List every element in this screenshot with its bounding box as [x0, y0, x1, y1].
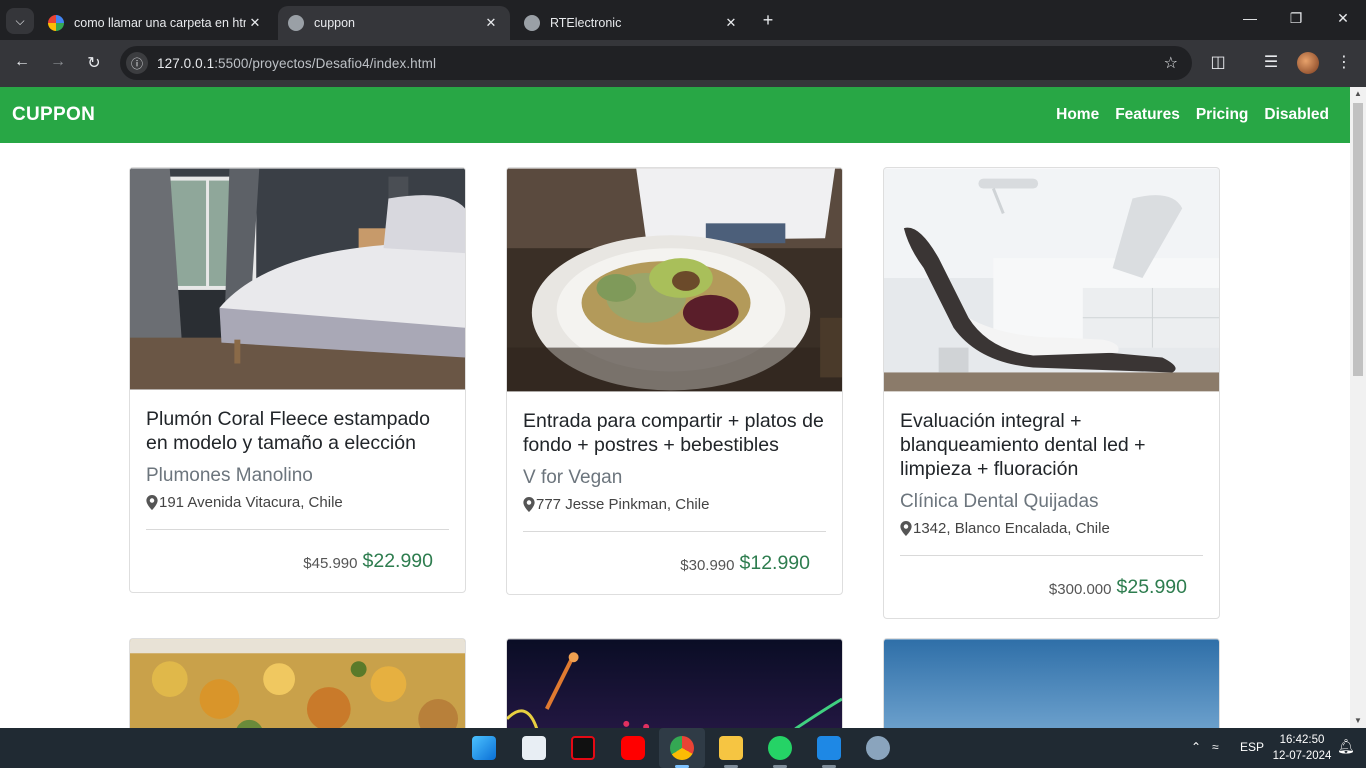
- scroll-up-icon[interactable]: ▲: [1350, 87, 1366, 101]
- sky-image: [884, 639, 1219, 728]
- old-price: $45.990: [303, 554, 358, 572]
- deal-card[interactable]: [129, 638, 466, 728]
- nav-links: Home Features Pricing Disabled: [1056, 106, 1329, 124]
- settings-icon[interactable]: [866, 736, 890, 760]
- card-merchant: Clínica Dental Quijadas: [900, 491, 1099, 512]
- deal-card[interactable]: Evaluación integral + blanqueamiento den…: [883, 167, 1220, 619]
- new-price: $12.990: [739, 551, 811, 574]
- whatsapp-icon[interactable]: [768, 736, 792, 760]
- map-pin-icon: [523, 497, 535, 512]
- netflix-icon[interactable]: [571, 736, 595, 760]
- store-icon[interactable]: [522, 736, 546, 760]
- nav-pricing[interactable]: Pricing: [1196, 106, 1249, 124]
- nav-features[interactable]: Features: [1115, 106, 1180, 124]
- card-body: Entrada para compartir + platos de fondo…: [507, 392, 842, 532]
- forward-icon[interactable]: →: [47, 53, 69, 71]
- address-bar[interactable]: ⓘ 127.0.0.1:5500/proyectos/Desafio4/inde…: [120, 46, 1192, 80]
- close-tab-icon[interactable]: ✕: [246, 15, 264, 31]
- card-merchant: Plumones Manolino: [146, 465, 313, 486]
- chevron-down-icon: ⌵: [15, 13, 25, 28]
- new-tab-button[interactable]: +: [758, 10, 778, 31]
- tab-rtelectronic[interactable]: RTElectronic ✕: [514, 6, 750, 40]
- close-tab-icon[interactable]: ✕: [722, 15, 740, 31]
- media-control-icon[interactable]: ☰: [1260, 52, 1282, 72]
- globe-icon: [524, 15, 540, 31]
- close-tab-icon[interactable]: ✕: [482, 15, 500, 31]
- new-price: $22.990: [362, 549, 434, 572]
- vscode-icon[interactable]: [817, 736, 841, 760]
- globe-icon: [288, 15, 304, 31]
- tab-title: como llamar una carpeta en htm: [74, 16, 246, 30]
- file-explorer-icon[interactable]: [719, 736, 743, 760]
- url-text[interactable]: 127.0.0.1:5500/proyectos/Desafio4/index.…: [157, 56, 436, 71]
- card-title[interactable]: Plumón Coral Fleece estampado en modelo …: [146, 407, 449, 455]
- profile-avatar[interactable]: [1297, 52, 1319, 74]
- site-navbar: CUPPON Home Features Pricing Disabled: [0, 87, 1350, 143]
- dental-chair-image: [884, 168, 1219, 392]
- deal-card[interactable]: [883, 638, 1220, 728]
- deal-card[interactable]: [506, 638, 843, 728]
- old-price: $300.000: [1048, 580, 1112, 598]
- old-price: $30.990: [680, 556, 735, 574]
- salad-plate-image: [507, 168, 842, 392]
- card-prices: $30.990 $12.990: [507, 532, 842, 594]
- windows-start-icon[interactable]: [472, 736, 496, 760]
- stew-dish-image: [130, 639, 465, 728]
- nav-home[interactable]: Home: [1056, 106, 1099, 124]
- browser-tab-strip: ⌵ como llamar una carpeta en htm ✕ cuppo…: [0, 0, 1366, 40]
- back-icon[interactable]: ←: [11, 53, 33, 71]
- browser-toolbar: ← → ↻ ⓘ 127.0.0.1:5500/proyectos/Desafio…: [0, 40, 1366, 87]
- card-body: Plumón Coral Fleece estampado en modelo …: [130, 390, 465, 530]
- close-window-icon[interactable]: ✕: [1332, 10, 1354, 27]
- more-menu-icon[interactable]: ⋮: [1333, 52, 1355, 72]
- scroll-thumb[interactable]: [1353, 103, 1363, 376]
- bookmark-star-icon[interactable]: ☆: [1164, 53, 1178, 73]
- card-merchant: V for Vegan: [523, 467, 623, 488]
- minimize-icon[interactable]: —: [1239, 10, 1261, 26]
- card-address: 777 Jesse Pinkman, Chile: [523, 496, 826, 513]
- deal-card[interactable]: Plumón Coral Fleece estampado en modelo …: [129, 167, 466, 593]
- wifi-icon[interactable]: ≈: [1212, 740, 1219, 754]
- tab-cuppon[interactable]: cuppon ✕: [278, 6, 510, 40]
- card-address: 191 Avenida Vitacura, Chile: [146, 494, 449, 511]
- google-icon: [48, 15, 64, 31]
- extensions-icon[interactable]: ◫: [1207, 52, 1229, 72]
- map-pin-icon: [146, 495, 158, 510]
- scroll-down-icon[interactable]: ▼: [1350, 714, 1366, 728]
- card-title[interactable]: Evaluación integral + blanqueamiento den…: [900, 409, 1203, 481]
- nav-disabled[interactable]: Disabled: [1264, 106, 1329, 124]
- tab-search-button[interactable]: ⌵: [6, 8, 34, 34]
- bedroom-image: [130, 168, 465, 390]
- deal-card[interactable]: Entrada para compartir + platos de fondo…: [506, 167, 843, 595]
- reload-icon[interactable]: ↻: [83, 53, 105, 73]
- card-body: Evaluación integral + blanqueamiento den…: [884, 392, 1219, 556]
- card-prices: $45.990 $22.990: [130, 530, 465, 592]
- notification-bell-icon[interactable]: 🔔︎: [1337, 738, 1355, 755]
- input-language[interactable]: ESP: [1240, 740, 1264, 754]
- tab-google-search[interactable]: como llamar una carpeta en htm ✕: [38, 6, 274, 40]
- clock[interactable]: 16:42:50 12-07-2024: [1270, 732, 1334, 764]
- new-price: $25.990: [1116, 575, 1188, 598]
- site-brand[interactable]: CUPPON: [12, 104, 95, 126]
- page-viewport: CUPPON Home Features Pricing Disabled Pl…: [0, 87, 1350, 728]
- tab-title: cuppon: [314, 16, 356, 30]
- tray-chevron-icon[interactable]: ⌃: [1191, 740, 1201, 754]
- card-prices: $300.000 $25.990: [884, 556, 1219, 618]
- card-address: 1342, Blanco Encalada, Chile: [900, 520, 1203, 537]
- map-pin-icon: [900, 521, 912, 536]
- chrome-icon[interactable]: [670, 736, 694, 760]
- site-info-icon[interactable]: ⓘ: [126, 52, 148, 74]
- tab-title: RTElectronic: [550, 16, 622, 30]
- night-lights-image: [507, 639, 842, 728]
- youtube-icon[interactable]: [621, 736, 645, 760]
- restore-icon[interactable]: ❐: [1285, 10, 1307, 27]
- page-scrollbar[interactable]: ▲ ▼: [1350, 87, 1366, 728]
- card-title[interactable]: Entrada para compartir + platos de fondo…: [523, 409, 826, 457]
- windows-taskbar: ⌃ ≈ ESP 16:42:50 12-07-2024 🔔︎: [0, 728, 1366, 768]
